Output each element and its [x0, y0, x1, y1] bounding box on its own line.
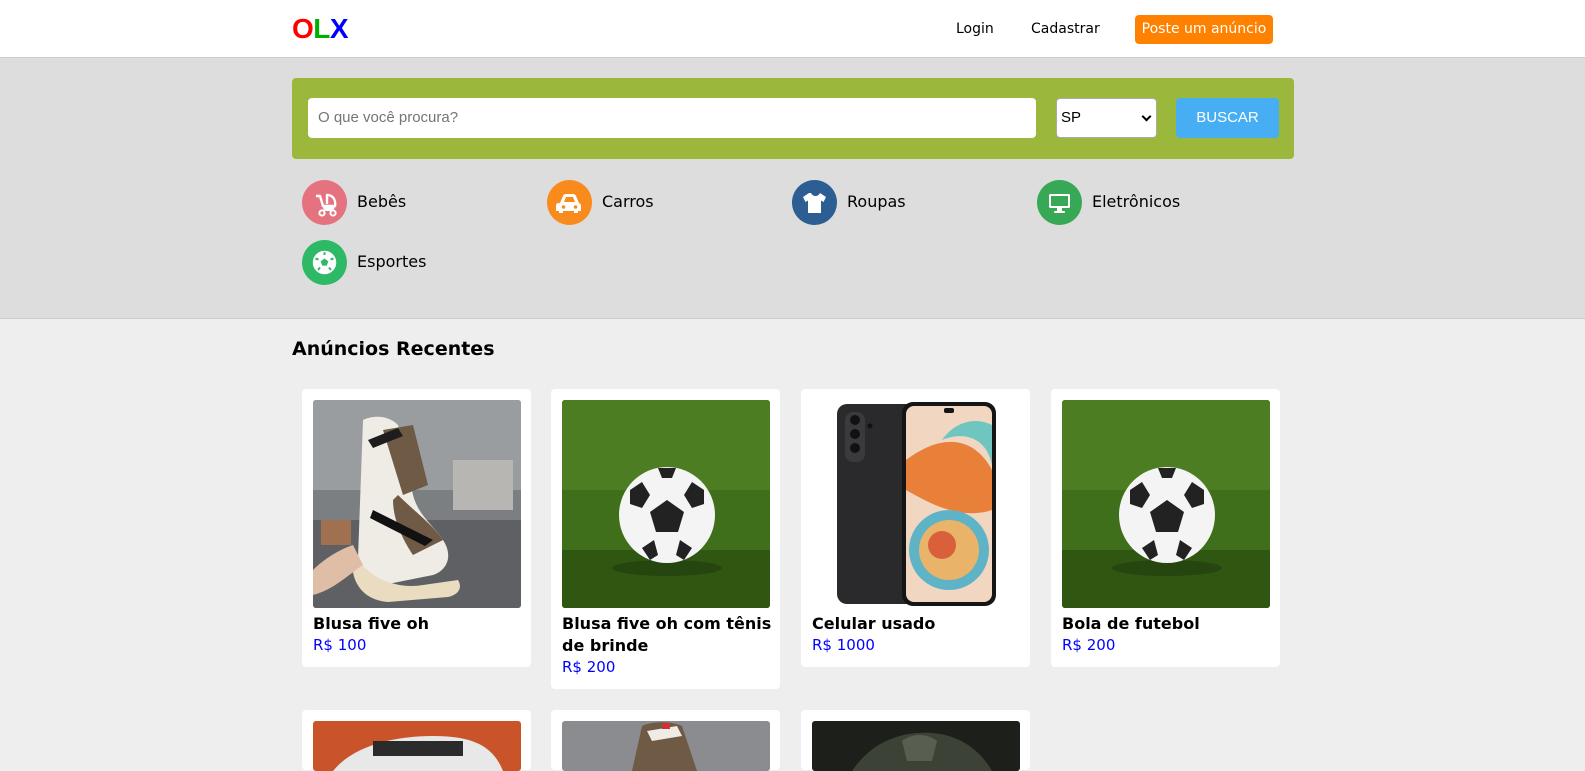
tshirt-icon	[792, 180, 837, 225]
category-label: Roupas	[847, 192, 906, 211]
ad-image[interactable]	[562, 400, 770, 608]
ad-image[interactable]	[1062, 400, 1270, 608]
ad-card[interactable]	[801, 710, 1030, 771]
logo-letter-o: O	[292, 13, 314, 44]
state-select-value: SP	[1061, 109, 1082, 126]
ad-price: R$ 200	[1062, 636, 1116, 654]
ad-card[interactable]: Bola de futebol R$ 200	[1051, 389, 1280, 667]
recent-ads-title: Anúncios Recentes	[292, 338, 495, 360]
soccer-ball-icon	[302, 240, 347, 285]
ad-image[interactable]	[313, 721, 521, 771]
ad-card[interactable]	[302, 710, 531, 771]
search-box: O que você procura? SP BUSCAR	[292, 78, 1294, 159]
category-label: Carros	[602, 192, 654, 211]
category-label: Esportes	[357, 252, 427, 271]
post-ad-button[interactable]: Poste um anúncio	[1135, 15, 1273, 44]
ad-price: R$ 1000	[812, 636, 875, 654]
logo-letter-l: L	[313, 13, 330, 44]
stroller-icon	[302, 180, 347, 225]
register-link[interactable]: Cadastrar	[1031, 20, 1100, 38]
category-esportes[interactable]: Esportes	[302, 240, 502, 286]
ad-image[interactable]	[562, 721, 770, 771]
ad-title[interactable]: Celular usado	[812, 613, 1022, 635]
category-roupas[interactable]: Roupas	[792, 180, 992, 226]
ad-price: R$ 200	[562, 658, 616, 676]
ad-image[interactable]	[812, 400, 1020, 608]
ad-card[interactable]: Blusa five oh R$ 100	[302, 389, 531, 667]
ad-title[interactable]: Blusa five oh com tênis de brinde	[562, 613, 772, 657]
ad-title[interactable]: Blusa five oh	[313, 613, 523, 635]
monitor-icon	[1037, 180, 1082, 225]
ad-title[interactable]: Bola de futebol	[1062, 613, 1272, 635]
ad-card[interactable]: Blusa five oh com tênis de brinde R$ 200	[551, 389, 780, 689]
category-label: Bebês	[357, 192, 407, 211]
category-carros[interactable]: Carros	[547, 180, 747, 226]
olx-logo[interactable]: OLX	[292, 13, 349, 44]
ad-image[interactable]	[313, 400, 521, 608]
logo-letter-x: X	[329, 13, 349, 44]
login-link[interactable]: Login	[956, 20, 994, 38]
state-select[interactable]: SP	[1056, 98, 1157, 138]
category-eletronicos[interactable]: Eletrônicos	[1037, 180, 1237, 226]
category-bebes[interactable]: Bebês	[302, 180, 502, 226]
search-input[interactable]: O que você procura?	[308, 98, 1036, 138]
header: OLX Login Cadastrar Poste um anúncio	[0, 0, 1585, 58]
car-icon	[547, 180, 592, 225]
ad-card[interactable]	[551, 710, 780, 771]
ad-image[interactable]	[812, 721, 1020, 771]
chevron-down-icon	[1141, 111, 1152, 122]
ad-card[interactable]: Celular usado R$ 1000	[801, 389, 1030, 667]
category-label: Eletrônicos	[1092, 192, 1181, 211]
ad-price: R$ 100	[313, 636, 367, 654]
search-button[interactable]: BUSCAR	[1176, 98, 1279, 138]
search-area: O que você procura? SP BUSCAR Bebês Carr…	[0, 58, 1585, 319]
